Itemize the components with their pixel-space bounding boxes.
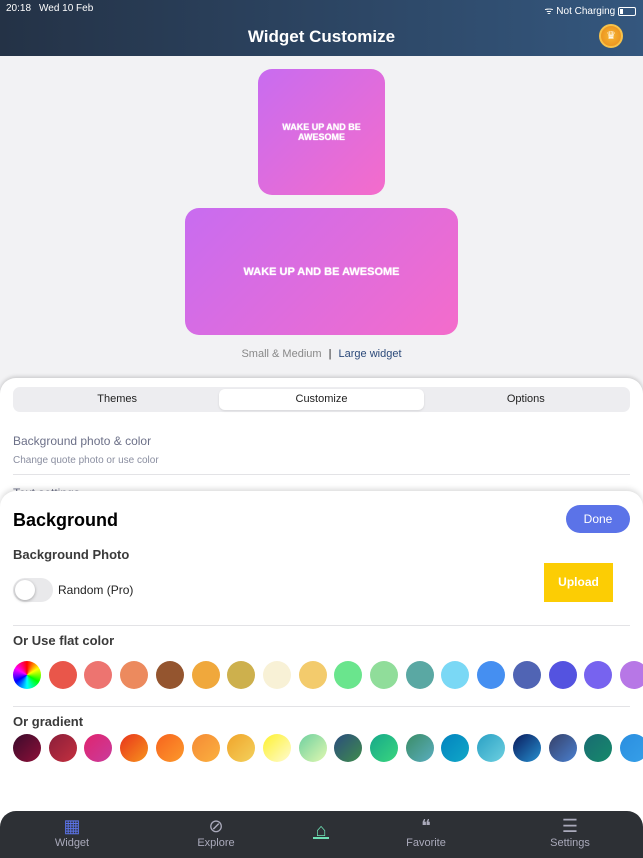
status-battery: ᯤ Not Charging [544, 3, 636, 17]
tab-label: Settings [550, 837, 590, 849]
tab-customize[interactable]: Customize [219, 389, 424, 410]
gradient-swatch[interactable] [441, 734, 470, 762]
flat-color-swatch[interactable] [13, 661, 41, 689]
status-date: Wed 10 Feb [39, 3, 94, 14]
tab-themes[interactable]: Themes [15, 389, 219, 410]
gradient-swatch[interactable] [334, 734, 363, 762]
tab-explore[interactable]: ⊘ Explore [166, 811, 266, 849]
page-title: Widget Customize [247, 27, 396, 46]
home-icon: ⌂ [315, 820, 327, 840]
size-small-medium[interactable]: Small & Medium [241, 348, 321, 360]
gradient-swatch[interactable] [84, 734, 113, 762]
flat-color-swatch[interactable] [48, 661, 77, 689]
size-large[interactable]: Large widget [339, 348, 402, 360]
background-option-title[interactable]: Background photo & color [13, 434, 151, 448]
segmented-control: Themes Customize Options [13, 387, 630, 412]
background-sheet: Background Done Background Photo Random … [0, 491, 643, 831]
gradient-swatch[interactable] [155, 734, 184, 762]
flat-color-swatch[interactable] [405, 661, 434, 689]
compass-icon: ⊘ [208, 816, 224, 836]
done-button[interactable]: Done [566, 505, 630, 533]
tab-widget[interactable]: ▦ Widget [22, 811, 122, 849]
flat-color-swatch[interactable] [120, 661, 149, 689]
flat-color-swatch[interactable] [441, 661, 470, 689]
flat-color-swatch[interactable] [584, 661, 613, 689]
gradient-swatch[interactable] [298, 734, 327, 762]
tab-options[interactable]: Options [424, 389, 628, 410]
gradient-swatch[interactable] [227, 734, 256, 762]
background-option-subtitle: Change quote photo or use color [13, 455, 159, 466]
gradient-swatch[interactable] [405, 734, 434, 762]
gradient-swatch[interactable] [619, 734, 643, 762]
header: 20:18 Wed 10 Feb ᯤ Not Charging Widget C… [0, 0, 643, 56]
tab-home[interactable]: ⌂ [271, 811, 371, 840]
gradient-swatch[interactable] [584, 734, 613, 762]
flat-color-swatch[interactable] [512, 661, 541, 689]
gradient-swatch[interactable] [48, 734, 77, 762]
upload-button[interactable]: Upload [544, 563, 613, 602]
sliders-icon: ☰ [561, 816, 579, 836]
gradient-swatch[interactable] [13, 734, 41, 762]
status-time: 20:18 [6, 3, 32, 14]
gradient-swatch[interactable] [370, 734, 398, 762]
wifi-icon: ᯤ [544, 6, 554, 17]
tab-label: Widget [54, 837, 90, 849]
tab-favorite[interactable]: ❝ Favorite [376, 811, 476, 849]
flat-color-label: Or Use flat color [13, 633, 115, 648]
flat-color-swatch[interactable] [262, 661, 291, 689]
gradient-label: Or gradient [13, 714, 84, 729]
gradient-swatch[interactable] [548, 734, 577, 762]
battery-icon [618, 6, 636, 16]
flat-color-swatch[interactable] [298, 661, 327, 689]
tab-label: Explore [197, 837, 235, 849]
sheet-title: Background [13, 510, 119, 530]
widget-size-selector: Small & Medium | Large widget [241, 348, 402, 360]
flat-color-swatch[interactable] [191, 661, 220, 689]
gradient-swatch[interactable] [512, 734, 541, 762]
flat-color-swatch[interactable] [155, 661, 184, 689]
crown-icon[interactable]: ♛ [599, 24, 623, 48]
flat-color-swatch[interactable] [619, 661, 643, 689]
tab-bar: ▦ Widget ⊘ Explore ⌂ ❝ Favorite ☰ Settings [0, 811, 643, 858]
tab-label: Favorite [406, 837, 446, 849]
gradient-swatch[interactable] [477, 734, 506, 762]
random-label: Random (Pro) [58, 583, 134, 597]
flat-color-swatch[interactable] [548, 661, 577, 689]
flat-color-swatch[interactable] [477, 661, 506, 689]
gradient-swatch[interactable] [191, 734, 220, 762]
background-photo-label: Background Photo [13, 547, 130, 562]
quote-icon: ❝ [421, 816, 431, 836]
flat-color-swatch[interactable] [370, 661, 398, 689]
charging-status: Not Charging [556, 6, 616, 17]
flat-color-swatch[interactable] [334, 661, 363, 689]
random-toggle[interactable] [13, 578, 53, 602]
small-widget-preview[interactable]: Wake up and be awesome [258, 69, 385, 195]
gradient-swatch[interactable] [262, 734, 291, 762]
gradient-swatch[interactable] [120, 734, 149, 762]
tab-settings[interactable]: ☰ Settings [520, 811, 620, 849]
grid-icon: ▦ [63, 816, 81, 836]
large-widget-preview[interactable]: Wake up and be awesome [185, 208, 458, 335]
flat-color-swatch[interactable] [227, 661, 256, 689]
flat-color-swatch[interactable] [84, 661, 113, 689]
